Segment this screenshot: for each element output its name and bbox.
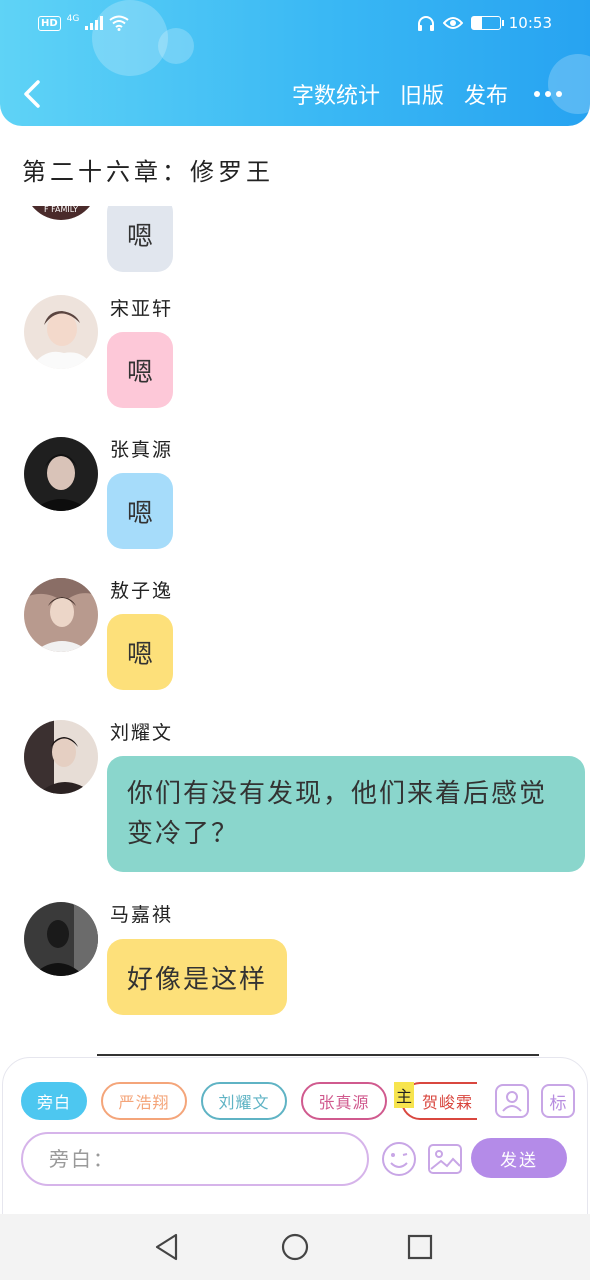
character-chip[interactable]: 张真源 — [301, 1082, 387, 1120]
sender-name: 张真源 — [110, 439, 174, 461]
character-chip-narrator[interactable]: 旁白 — [21, 1082, 87, 1120]
hd-indicator: HD — [38, 15, 61, 31]
avatar[interactable] — [24, 295, 98, 369]
input-row: 发送 — [21, 1132, 581, 1186]
send-button[interactable]: 发送 — [471, 1138, 567, 1178]
message-bubble[interactable]: 好像是这样 — [107, 939, 288, 1015]
status-bar: HD 4G 10:53 — [0, 10, 590, 40]
svg-text:F FAMILY: F FAMILY — [44, 206, 78, 214]
emoji-icon[interactable] — [381, 1141, 417, 1177]
battery-icon — [470, 16, 504, 30]
image-icon[interactable] — [427, 1141, 463, 1177]
system-nav-bar — [0, 1214, 590, 1280]
avatar[interactable] — [24, 720, 98, 794]
message-text: 嗯 — [126, 357, 153, 388]
character-selector: 旁白 严浩翔 刘耀文 张真源 贺峻霖 主 标 — [21, 1082, 581, 1122]
message-bubble[interactable]: 嗯 — [107, 206, 173, 272]
word-count-button[interactable]: 字数统计 — [292, 78, 380, 110]
message-bubble[interactable]: 嗯 — [107, 473, 173, 549]
nav-row: 字数统计 旧版 发布 — [0, 70, 590, 120]
avatar[interactable]: F FAMILY — [24, 206, 98, 220]
message-text: 好像是这样 — [127, 964, 268, 995]
sender-name: 刘耀文 — [110, 722, 174, 744]
message-text: 嗯 — [126, 498, 153, 529]
clock: 10:53 — [508, 14, 552, 32]
compose-panel: 旁白 严浩翔 刘耀文 张真源 贺峻霖 主 标 发送 — [2, 1057, 588, 1217]
battery-fill — [471, 17, 482, 29]
chip-label: 严浩翔 — [118, 1093, 170, 1112]
old-version-button[interactable]: 旧版 — [400, 78, 444, 110]
sender-name: 敖子逸 — [110, 580, 174, 602]
nav-home-icon[interactable] — [280, 1232, 310, 1262]
message-text: 嗯 — [126, 639, 153, 670]
nav-back-icon[interactable] — [152, 1232, 182, 1262]
signal-icon — [85, 16, 104, 30]
avatar[interactable] — [24, 578, 98, 652]
message-bubble[interactable]: 嗯 — [107, 614, 173, 690]
eye-icon — [442, 17, 463, 29]
character-chip[interactable]: 刘耀文 — [201, 1082, 287, 1120]
headphones-icon — [417, 16, 434, 31]
sender-name: 马嘉祺 — [110, 904, 174, 926]
message-text: 你们有没有发现，他们来着后感觉变冷了？ — [127, 779, 548, 849]
chip-label: 贺峻霖 — [421, 1093, 473, 1112]
main-character-tag: 主 — [394, 1082, 414, 1108]
nav-recents-icon[interactable] — [405, 1232, 435, 1262]
message-bubble[interactable]: 你们有没有发现，他们来着后感觉变冷了？ — [107, 756, 585, 872]
message-list[interactable]: F FAMILY 嗯 宋亚轩 嗯 张真源 嗯 敖子逸 嗯 刘耀文 你们有没有发现… — [0, 206, 590, 1046]
chip-label: 张真源 — [318, 1093, 370, 1112]
app-header: HD 4G 10:53 字数统计 旧版 发布 — [0, 0, 590, 126]
chip-label: 旁白 — [36, 1093, 71, 1112]
back-icon[interactable] — [18, 76, 48, 112]
person-icon[interactable] — [495, 1084, 529, 1118]
message-text: 嗯 — [126, 221, 153, 252]
sender-name: 宋亚轩 — [110, 298, 174, 320]
network-type: 4G — [66, 14, 80, 24]
message-input[interactable] — [21, 1132, 369, 1186]
avatar[interactable] — [24, 902, 98, 976]
message-bubble[interactable]: 嗯 — [107, 332, 173, 408]
mark-label: 标 — [549, 1093, 567, 1114]
mark-button[interactable]: 标 — [541, 1084, 575, 1118]
character-chip[interactable]: 严浩翔 — [101, 1082, 187, 1120]
more-icon[interactable] — [534, 91, 562, 97]
avatar[interactable] — [24, 437, 98, 511]
chapter-title: 第二十六章：修罗王 — [22, 158, 274, 186]
wifi-icon — [109, 15, 129, 31]
publish-button[interactable]: 发布 — [464, 78, 508, 110]
divider — [97, 1054, 539, 1056]
chip-label: 刘耀文 — [218, 1093, 270, 1112]
